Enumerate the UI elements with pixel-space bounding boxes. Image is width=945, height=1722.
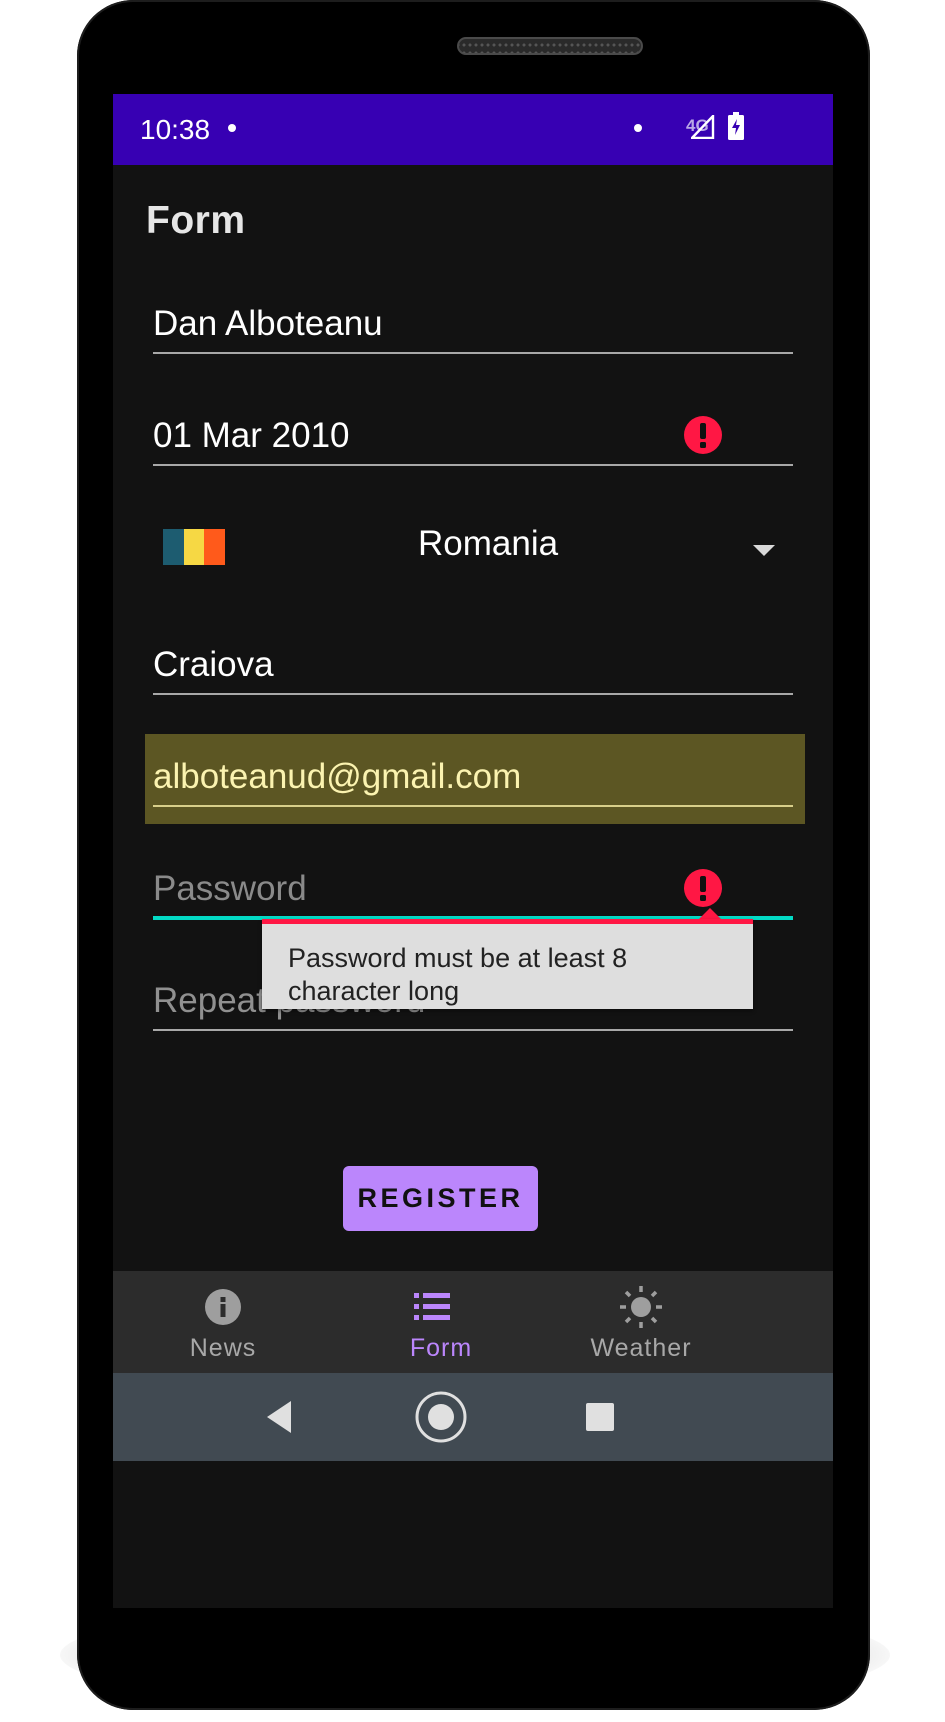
status-bar: 10:38 4G [113,94,833,165]
name-value: Dan Alboteanu [153,304,383,343]
battery-charging-icon [728,112,744,140]
nav-item-weather[interactable]: Weather [533,1271,773,1381]
sun-icon [620,1286,662,1328]
register-button-label: REGISTER [357,1183,524,1213]
romania-flag-icon [163,529,226,565]
birth-date-underline [153,464,793,466]
city-underline [153,693,793,695]
password-error-tooltip: Password must be at least 8 character lo… [262,919,753,1009]
city-value: Craiova [153,645,274,684]
info-icon [205,1289,241,1325]
earpiece-speaker [457,37,643,55]
birth-date-error-icon[interactable] [683,415,723,455]
name-underline [153,352,793,354]
home-icon[interactable] [414,1390,468,1444]
nav-label-weather: Weather [590,1334,692,1362]
register-button[interactable]: REGISTER [343,1166,538,1231]
country-value: Romania [418,524,559,563]
nav-item-form[interactable]: Form [323,1271,563,1381]
notification-dot-icon [228,124,236,132]
recents-icon[interactable] [585,1402,615,1432]
birth-date-value: 01 Mar 2010 [153,416,350,455]
notification-dot-icon [634,124,642,132]
repeat-password-underline [153,1029,793,1031]
email-underline [153,805,793,807]
nav-label-news: News [189,1334,257,1362]
email-value: alboteanud@gmail.com [153,757,522,796]
system-navigation-bar [113,1373,833,1461]
password-placeholder: Password [153,869,307,908]
password-error-icon[interactable] [683,868,723,908]
page-title: Form [146,199,246,242]
city-field[interactable]: Craiova [153,645,793,695]
dropdown-arrow-icon [753,545,775,556]
name-field[interactable]: Dan Alboteanu [153,304,793,354]
list-icon [414,1293,450,1320]
country-spinner[interactable]: Romania [113,490,833,610]
signal-icon [691,115,715,139]
bottom-navigation: News Form Weather [113,1271,833,1373]
device-screen: 10:38 4G Form Dan Alboteanu 01 Mar 2010 [113,94,833,1608]
error-tooltip-pointer [699,908,721,919]
status-time: 10:38 [140,114,211,145]
back-icon[interactable] [265,1400,293,1434]
email-field[interactable]: alboteanud@gmail.com [153,757,793,807]
nav-item-news[interactable]: News [113,1271,353,1381]
password-error-message: Password must be at least 8 character lo… [288,943,628,1006]
